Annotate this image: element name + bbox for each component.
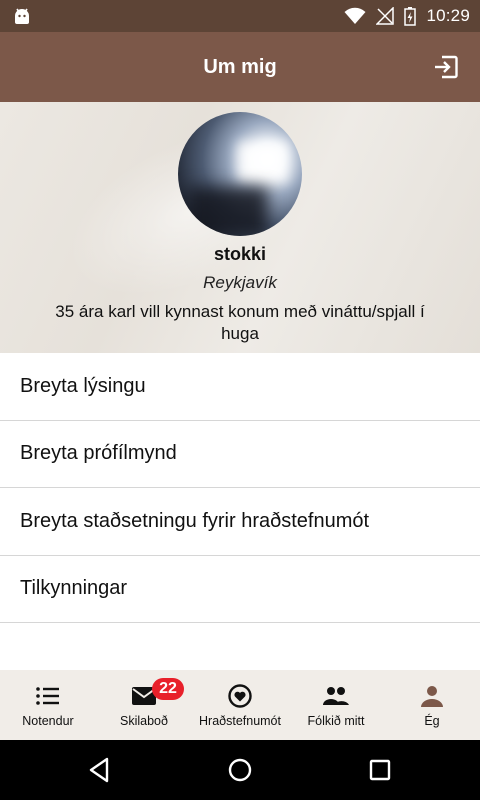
app-bar: Um mig: [0, 32, 480, 102]
menu-item-edit-profile-picture[interactable]: Breyta prófílmynd: [0, 420, 480, 488]
people-icon: [323, 687, 349, 705]
nav-item-users[interactable]: Notendur: [0, 670, 96, 740]
status-time: 10:29: [426, 6, 470, 25]
nav-item-speed-dating[interactable]: Hraðstefnumót: [192, 670, 288, 740]
nav-item-messages[interactable]: 22 Skilaboð: [96, 670, 192, 740]
android-icon: [15, 8, 29, 24]
nav-label: Skilaboð: [120, 714, 168, 728]
nav-label: Fólkið mitt: [307, 714, 365, 728]
page-title: Um mig: [203, 56, 277, 78]
nav-label: Ég: [424, 714, 440, 728]
back-icon[interactable]: [85, 755, 115, 785]
home-icon[interactable]: [225, 755, 255, 785]
menu-item-notifications[interactable]: Tilkynningar: [0, 555, 480, 623]
system-nav-bar: [0, 740, 480, 800]
menu-item-edit-description[interactable]: Breyta lýsingu: [0, 353, 480, 421]
no-signal-icon: [376, 7, 395, 25]
nav-label: Hraðstefnumót: [199, 714, 281, 728]
nav-item-my-people[interactable]: Fólkið mitt: [288, 670, 384, 740]
recents-icon[interactable]: [365, 755, 395, 785]
profile-bio: 35 ára karl vill kynnast konum með vinát…: [55, 302, 425, 343]
avatar[interactable]: [178, 112, 302, 236]
nav-item-me[interactable]: Ég: [384, 670, 480, 740]
profile-name: stokki: [213, 244, 267, 264]
person-icon: [421, 686, 443, 707]
heart-circle-icon: [228, 684, 252, 708]
unread-badge: 22: [152, 678, 184, 700]
bottom-nav: Notendur 22 Skilaboð Hraðstefnumót Fólki…: [0, 670, 480, 740]
logout-icon[interactable]: [432, 53, 460, 81]
profile-location: Reykjavík: [203, 273, 277, 292]
nav-label: Notendur: [22, 714, 74, 728]
list-icon: [36, 687, 59, 705]
settings-menu: Breyta lýsingu Breyta prófílmynd Breyta …: [0, 353, 480, 623]
battery-charging-icon: [404, 7, 417, 26]
wifi-icon: [344, 7, 366, 24]
profile-header: stokki Reykjavík 35 ára karl vill kynnas…: [0, 93, 480, 353]
menu-item-edit-location[interactable]: Breyta staðsetningu fyrir hraðstefnumót: [0, 488, 480, 556]
status-bar: 10:29: [0, 0, 480, 32]
